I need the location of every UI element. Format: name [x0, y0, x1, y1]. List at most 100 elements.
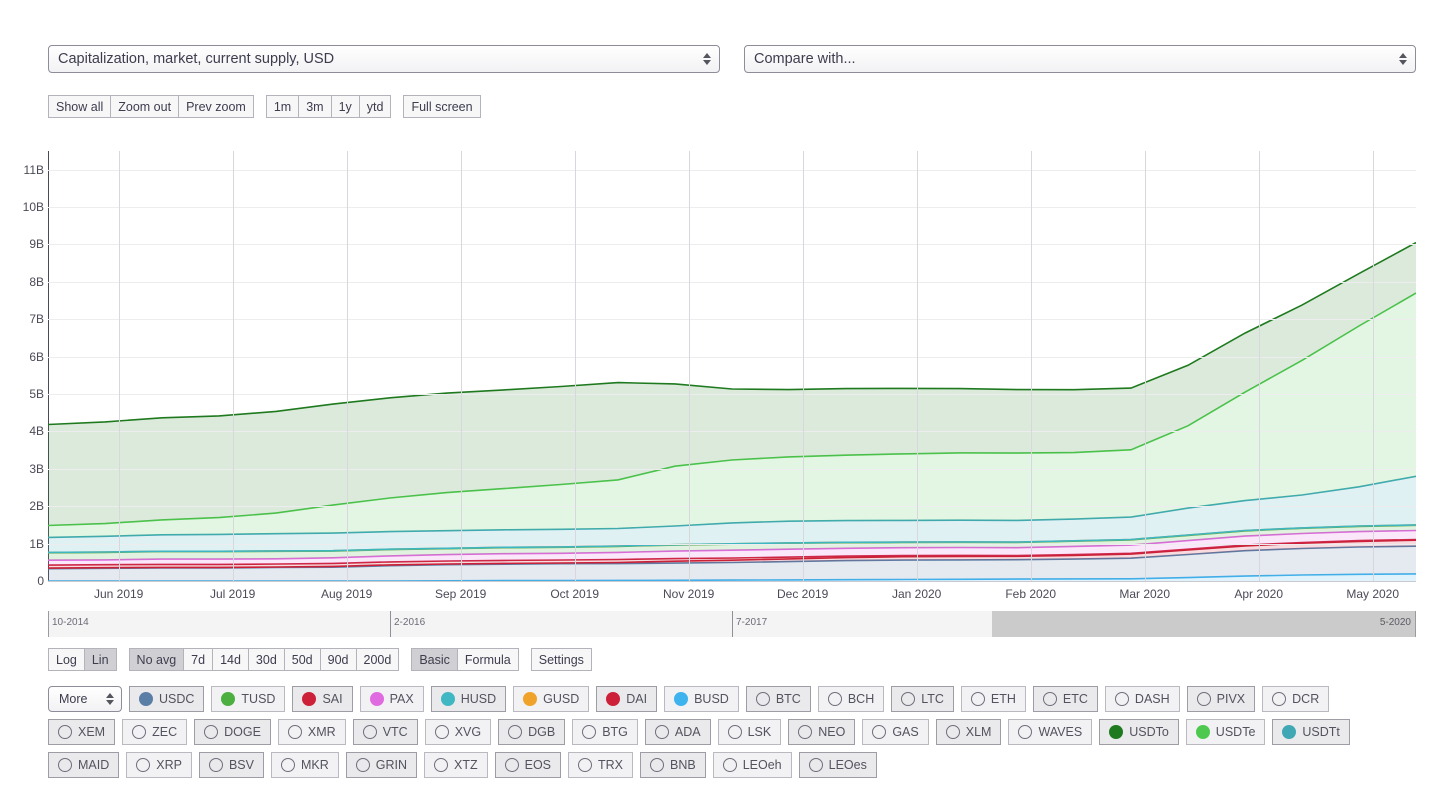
y-axis-tick-label: 1B: [0, 537, 44, 551]
legend-item-xrp[interactable]: XRP: [126, 752, 192, 778]
legend-item-sai[interactable]: SAI: [292, 686, 352, 712]
legend-color-dot: [578, 758, 592, 772]
legend-item-leoeh[interactable]: LEOeh: [713, 752, 792, 778]
legend-item-label: DCR: [1292, 692, 1319, 706]
legend-item-usdto[interactable]: USDTo: [1099, 719, 1179, 745]
range-button-show-all[interactable]: Show all: [48, 95, 111, 118]
legend-color-dot: [281, 758, 295, 772]
legend-item-gusd[interactable]: GUSD: [513, 686, 589, 712]
legend-item-usdc[interactable]: USDC: [129, 686, 204, 712]
legend-item-trx[interactable]: TRX: [568, 752, 633, 778]
legend-item-bsv[interactable]: BSV: [199, 752, 264, 778]
legend-item-xvg[interactable]: XVG: [425, 719, 491, 745]
scale-button-lin[interactable]: Lin: [85, 648, 117, 671]
legend-item-bnb[interactable]: BNB: [640, 752, 706, 778]
avg-button-no-avg[interactable]: No avg: [129, 648, 185, 671]
legend-item-neo[interactable]: NEO: [788, 719, 855, 745]
x-axis-tick-label: Mar 2020: [1119, 587, 1170, 601]
horizontal-gridline: [48, 431, 1416, 432]
more-dropdown[interactable]: More: [48, 686, 122, 712]
legend-item-gas[interactable]: GAS: [862, 719, 928, 745]
legend-item-dcr[interactable]: DCR: [1262, 686, 1329, 712]
legend-item-ltc[interactable]: LTC: [891, 686, 954, 712]
range-button-zoom-out[interactable]: Zoom out: [111, 95, 179, 118]
legend-item-bch[interactable]: BCH: [818, 686, 884, 712]
legend-item-etc[interactable]: ETC: [1033, 686, 1098, 712]
legend-item-label: BUSD: [694, 692, 729, 706]
legend-item-leoes[interactable]: LEOes: [799, 752, 877, 778]
chevron-updown-icon: [1399, 53, 1407, 65]
settings-button[interactable]: Settings: [531, 648, 592, 671]
period-button-ytd[interactable]: ytd: [360, 95, 392, 118]
legend-item-doge[interactable]: DOGE: [194, 719, 271, 745]
compare-select-value: Compare with...: [754, 51, 856, 67]
x-axis-tick-label: May 2020: [1346, 587, 1399, 601]
legend-item-usdtt[interactable]: USDTt: [1272, 719, 1350, 745]
legend-item-xlm[interactable]: XLM: [936, 719, 1002, 745]
legend-item-btg[interactable]: BTG: [572, 719, 638, 745]
legend-item-dash[interactable]: DASH: [1105, 686, 1180, 712]
period-button-1m[interactable]: 1m: [266, 95, 299, 118]
legend-item-vtc[interactable]: VTC: [353, 719, 418, 745]
legend-item-btc[interactable]: BTC: [746, 686, 811, 712]
legend-item-label: MKR: [301, 758, 329, 772]
legend-color-dot: [441, 692, 455, 706]
navigator-tick-label: 2-2016: [394, 617, 425, 628]
y-axis-tick-label: 11B: [0, 163, 44, 177]
legend-item-label: VTC: [383, 725, 408, 739]
legend-item-lsk[interactable]: LSK: [718, 719, 782, 745]
mode-button-basic[interactable]: Basic: [411, 648, 458, 671]
range-navigator[interactable]: 10-20142-20167-201712-20185-2020: [48, 611, 1416, 637]
legend-item-husd[interactable]: HUSD: [431, 686, 506, 712]
fullscreen-button[interactable]: Full screen: [403, 95, 480, 118]
metric-select[interactable]: Capitalization, market, current supply, …: [48, 45, 720, 73]
legend-item-eos[interactable]: EOS: [495, 752, 561, 778]
compare-select[interactable]: Compare with...: [744, 45, 1416, 73]
avg-button-14d[interactable]: 14d: [213, 648, 249, 671]
chevron-updown-icon: [703, 53, 711, 65]
legend-item-ada[interactable]: ADA: [645, 719, 711, 745]
legend-color-dot: [901, 692, 915, 706]
avg-button-7d[interactable]: 7d: [184, 648, 213, 671]
plot-canvas[interactable]: [48, 151, 1416, 581]
horizontal-gridline: [48, 170, 1416, 171]
legend-item-zec[interactable]: ZEC: [122, 719, 187, 745]
scale-button-log[interactable]: Log: [48, 648, 85, 671]
horizontal-gridline: [48, 394, 1416, 395]
chevron-updown-icon: [106, 693, 114, 705]
legend-item-pivx[interactable]: PIVX: [1187, 686, 1256, 712]
stablecoin-chart-page: Capitalization, market, current supply, …: [0, 0, 1456, 810]
navigator-selection-handle[interactable]: 5-2020: [992, 611, 1416, 637]
legend-item-mkr[interactable]: MKR: [271, 752, 339, 778]
legend-item-label: LEOes: [829, 758, 867, 772]
avg-button-50d[interactable]: 50d: [285, 648, 321, 671]
legend-item-maid[interactable]: MAID: [48, 752, 119, 778]
legend-item-label: BNB: [670, 758, 696, 772]
horizontal-gridline: [48, 544, 1416, 545]
legend-item-label: WAVES: [1038, 725, 1082, 739]
avg-button-90d[interactable]: 90d: [321, 648, 357, 671]
legend-item-pax[interactable]: PAX: [360, 686, 424, 712]
range-button-prev-zoom[interactable]: Prev zoom: [179, 95, 254, 118]
legend-item-grin[interactable]: GRIN: [346, 752, 417, 778]
y-axis-tick-label: 7B: [0, 312, 44, 326]
lower-toolbar: LogLin No avg7d14d30d50d90d200d BasicFor…: [48, 648, 592, 671]
mode-button-formula[interactable]: Formula: [458, 648, 519, 671]
legend-item-dgb[interactable]: DGB: [498, 719, 565, 745]
vertical-gridline: [1259, 151, 1260, 581]
legend-item-tusd[interactable]: TUSD: [211, 686, 285, 712]
legend-item-waves[interactable]: WAVES: [1008, 719, 1092, 745]
legend-item-busd[interactable]: BUSD: [664, 686, 739, 712]
legend-item-usdte[interactable]: USDTe: [1186, 719, 1266, 745]
period-button-3m[interactable]: 3m: [299, 95, 331, 118]
legend-item-eth[interactable]: ETH: [961, 686, 1026, 712]
legend-item-dai[interactable]: DAI: [596, 686, 657, 712]
legend-item-xmr[interactable]: XMR: [278, 719, 346, 745]
average-button-group: No avg7d14d30d50d90d200d: [129, 648, 400, 671]
period-button-1y[interactable]: 1y: [332, 95, 360, 118]
legend-color-dot: [435, 725, 449, 739]
avg-button-30d[interactable]: 30d: [249, 648, 285, 671]
legend-item-xem[interactable]: XEM: [48, 719, 115, 745]
legend-item-xtz[interactable]: XTZ: [424, 752, 488, 778]
avg-button-200d[interactable]: 200d: [357, 648, 400, 671]
